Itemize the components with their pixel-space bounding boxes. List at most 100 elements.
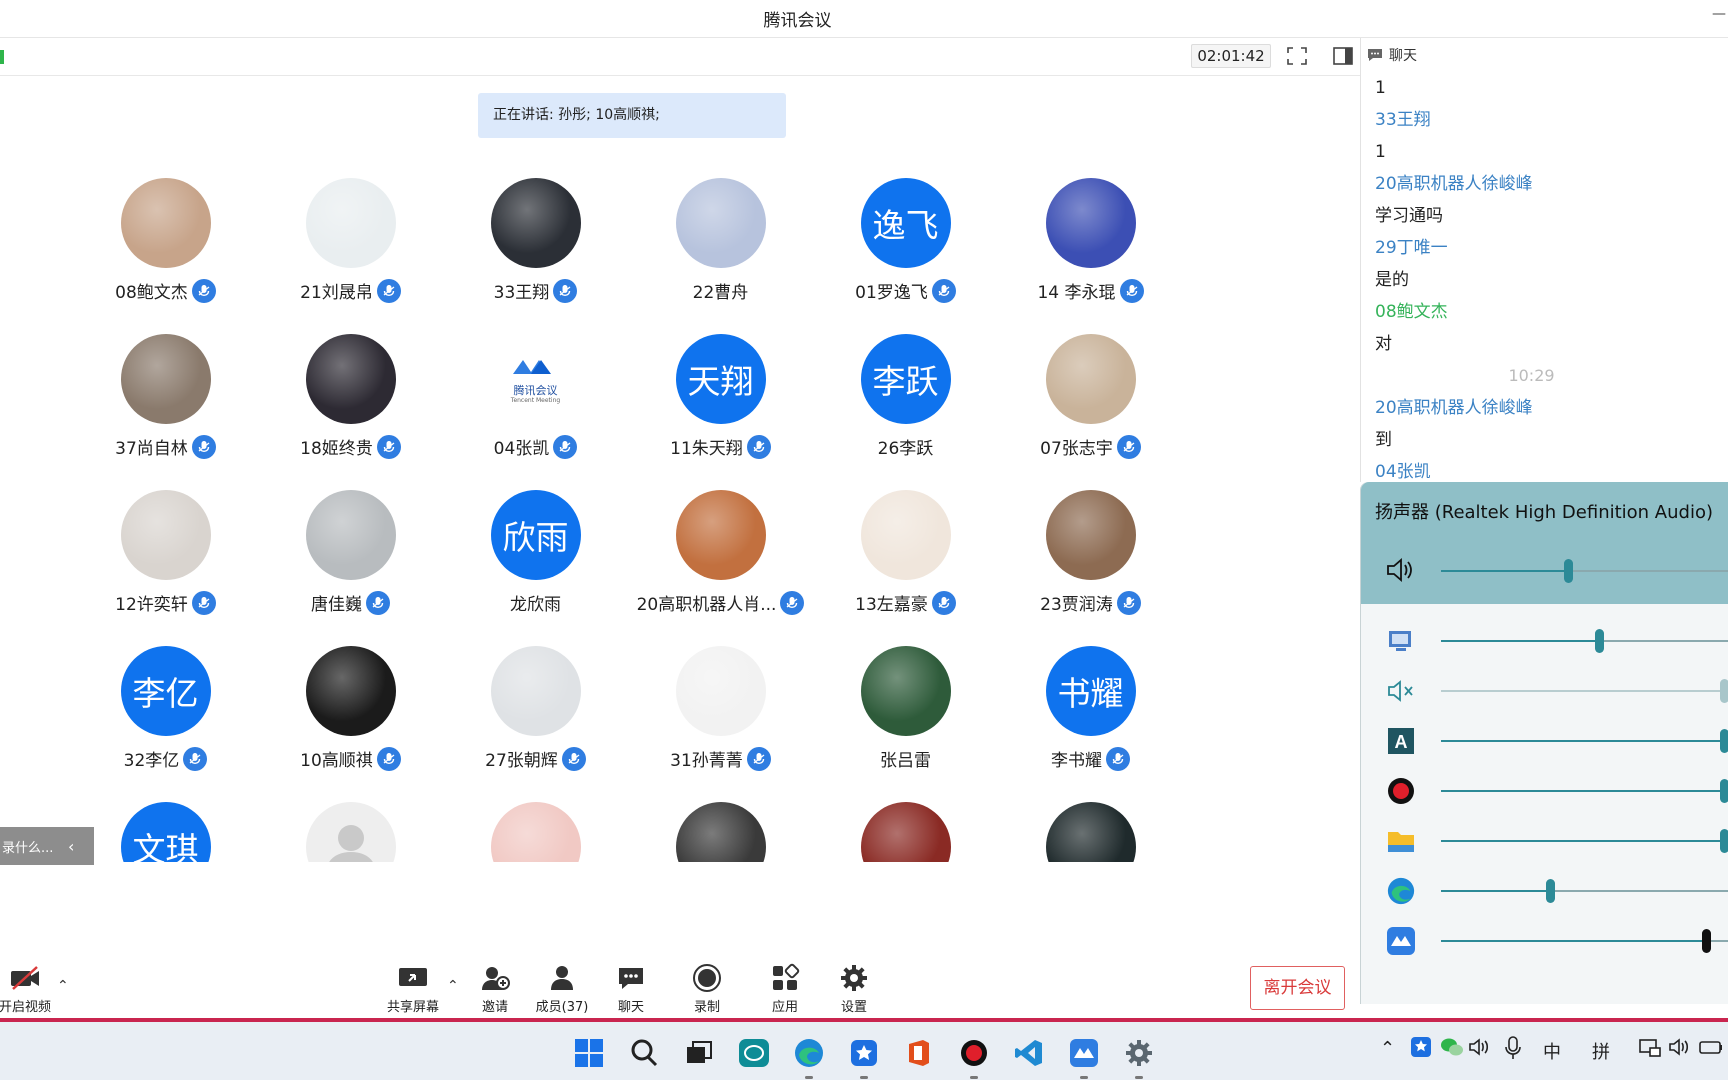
avatar-photo bbox=[490, 178, 581, 268]
slider-thumb[interactable] bbox=[1720, 779, 1728, 803]
slider-thumb[interactable] bbox=[1595, 629, 1605, 653]
participant-tile[interactable]: 书耀 李书耀 bbox=[998, 638, 1183, 794]
tencent-app-icon[interactable] bbox=[845, 1034, 883, 1072]
slider-thumb[interactable] bbox=[1720, 829, 1728, 853]
invite-button[interactable]: 邀请 bbox=[460, 962, 530, 1015]
slider-thumb[interactable] bbox=[1720, 729, 1728, 753]
participant-tile[interactable]: 21刘晟帛 bbox=[258, 170, 443, 326]
share-screen-button[interactable]: 共享屏幕 bbox=[378, 962, 448, 1015]
chat-sender-name[interactable]: 29丁唯一 bbox=[1375, 232, 1728, 264]
slider-thumb[interactable] bbox=[1701, 929, 1711, 953]
fullscreen-icon[interactable] bbox=[1284, 44, 1310, 68]
file-explorer-icon[interactable] bbox=[1385, 826, 1417, 856]
tencent-meeting-icon[interactable] bbox=[1065, 1034, 1103, 1072]
tray-tencent-icon[interactable] bbox=[1410, 1036, 1432, 1063]
layout-toggle-icon[interactable] bbox=[1330, 44, 1356, 68]
participant-tile[interactable] bbox=[628, 794, 813, 862]
speaker-icon[interactable] bbox=[1385, 556, 1415, 584]
system-sounds-icon[interactable] bbox=[1385, 626, 1417, 656]
tray-network-icon[interactable] bbox=[1638, 1036, 1662, 1063]
participant-tile[interactable]: 14 李永琨 bbox=[998, 170, 1183, 326]
screen-recorder-icon[interactable] bbox=[955, 1034, 993, 1072]
participant-tile[interactable]: 31孙菁菁 bbox=[628, 638, 813, 794]
participant-tile[interactable]: 12许奕轩 bbox=[73, 482, 258, 638]
apps-button[interactable]: 应用 bbox=[750, 962, 820, 1015]
participant-tile[interactable]: 37尚自林 bbox=[73, 326, 258, 482]
participant-tile[interactable]: 文琪 bbox=[73, 794, 258, 862]
participant-tile[interactable]: 07张志宇 bbox=[998, 326, 1183, 482]
participant-tile[interactable] bbox=[998, 794, 1183, 862]
members-button[interactable]: 成员(37) bbox=[527, 962, 597, 1015]
chat-button[interactable]: 聊天 bbox=[596, 962, 666, 1015]
tray-microphone-icon[interactable] bbox=[1504, 1036, 1522, 1065]
tray-volume-icon[interactable] bbox=[1468, 1036, 1490, 1063]
microphone-muted-icon bbox=[553, 278, 578, 303]
participant-tile[interactable] bbox=[258, 794, 443, 862]
muted-speaker-icon[interactable] bbox=[1385, 676, 1417, 706]
participant-tile[interactable] bbox=[813, 794, 998, 862]
search-icon[interactable] bbox=[625, 1034, 663, 1072]
record-button[interactable]: 录制 bbox=[672, 962, 742, 1015]
chat-sender-name[interactable]: 08鲍文杰 bbox=[1375, 296, 1728, 328]
ime-pinyin-toggle[interactable]: 拼 bbox=[1592, 1038, 1610, 1064]
font-app-icon[interactable]: A bbox=[1385, 726, 1417, 756]
participant-tile[interactable]: 13左嘉豪 bbox=[813, 482, 998, 638]
office-icon[interactable] bbox=[900, 1034, 938, 1072]
edge-icon[interactable] bbox=[1385, 876, 1417, 906]
participant-tile[interactable]: 22曹舟 bbox=[628, 170, 813, 326]
microphone-muted-icon bbox=[191, 434, 216, 459]
chat-sender-name[interactable]: 33王翔 bbox=[1375, 104, 1728, 136]
slider-thumb[interactable] bbox=[1720, 679, 1728, 703]
wechat-app-icon[interactable] bbox=[735, 1034, 773, 1072]
task-view-icon[interactable] bbox=[680, 1034, 718, 1072]
avatar-photo bbox=[675, 490, 766, 580]
participant-tile[interactable]: 李跃 26李跃 bbox=[813, 326, 998, 482]
participant-tile[interactable]: 天翔 11朱天翔 bbox=[628, 326, 813, 482]
participant-tile[interactable]: 10高顺祺 bbox=[258, 638, 443, 794]
participant-tile[interactable] bbox=[443, 794, 628, 862]
tray-battery-icon[interactable] bbox=[1698, 1036, 1724, 1063]
participant-tile[interactable]: 腾讯会议 Tencent Meeting 04张凯 bbox=[443, 326, 628, 482]
video-options-caret-icon[interactable]: ⌃ bbox=[57, 978, 69, 994]
edge-icon[interactable] bbox=[790, 1034, 828, 1072]
ime-chinese-toggle[interactable]: 中 bbox=[1543, 1038, 1561, 1064]
settings-button[interactable]: 设置 bbox=[819, 962, 889, 1015]
participant-tile[interactable]: 唐佳巍 bbox=[258, 482, 443, 638]
participant-name: 32李亿 bbox=[123, 751, 180, 771]
avatar-initials: 文琪 bbox=[120, 802, 211, 862]
slider-thumb[interactable] bbox=[1563, 559, 1573, 583]
participant-tile[interactable]: 20高职机器人肖... bbox=[628, 482, 813, 638]
participant-tile[interactable]: 李亿 32李亿 bbox=[73, 638, 258, 794]
minimize-icon[interactable]: — bbox=[1712, 6, 1728, 22]
avatar-initials: 书耀 bbox=[1045, 646, 1136, 736]
chat-sender-name[interactable]: 20高职机器人徐峻峰 bbox=[1375, 168, 1728, 200]
participant-tile[interactable]: 27张朝辉 bbox=[443, 638, 628, 794]
recorder-icon[interactable] bbox=[1385, 776, 1417, 806]
side-collapse-pill[interactable]: 录什么... ‹ bbox=[0, 827, 94, 865]
video-off-icon bbox=[0, 962, 60, 994]
participant-tile[interactable]: 18姬终贵 bbox=[258, 326, 443, 482]
share-options-caret-icon[interactable]: ⌃ bbox=[447, 978, 459, 994]
tray-speaker-icon[interactable] bbox=[1668, 1036, 1690, 1063]
windows-start-icon[interactable] bbox=[570, 1034, 608, 1072]
participant-tile[interactable]: 33王翔 bbox=[443, 170, 628, 326]
vscode-icon[interactable] bbox=[1010, 1034, 1048, 1072]
participant-tile[interactable]: 23贾润涛 bbox=[998, 482, 1183, 638]
avatar-photo bbox=[305, 178, 396, 268]
participant-name: 04张凯 bbox=[493, 439, 550, 459]
video-button[interactable]: 开启视频 bbox=[0, 962, 60, 1015]
participant-tile[interactable]: 逸飞 01罗逸飞 bbox=[813, 170, 998, 326]
participant-name-row: 26李跃 bbox=[813, 434, 998, 459]
tray-expand-icon[interactable]: ⌃ bbox=[1380, 1038, 1395, 1059]
tencent-meeting-icon[interactable] bbox=[1385, 926, 1417, 956]
participant-tile[interactable]: 08鲍文杰 bbox=[73, 170, 258, 326]
chat-sender-name[interactable]: 20高职机器人徐峻峰 bbox=[1375, 392, 1728, 424]
settings-gear-icon[interactable] bbox=[1120, 1034, 1158, 1072]
leave-meeting-button[interactable]: 离开会议 bbox=[1250, 966, 1345, 1010]
tray-wechat-icon[interactable] bbox=[1440, 1036, 1464, 1063]
participant-tile[interactable]: 张吕雷 bbox=[813, 638, 998, 794]
participant-tile[interactable]: 欣雨 龙欣雨 bbox=[443, 482, 628, 638]
meeting-running-indicator bbox=[1080, 1076, 1088, 1079]
mixer-device-section: 扬声器 (Realtek High Definition Audio) bbox=[1361, 482, 1728, 604]
slider-thumb[interactable] bbox=[1546, 879, 1556, 903]
